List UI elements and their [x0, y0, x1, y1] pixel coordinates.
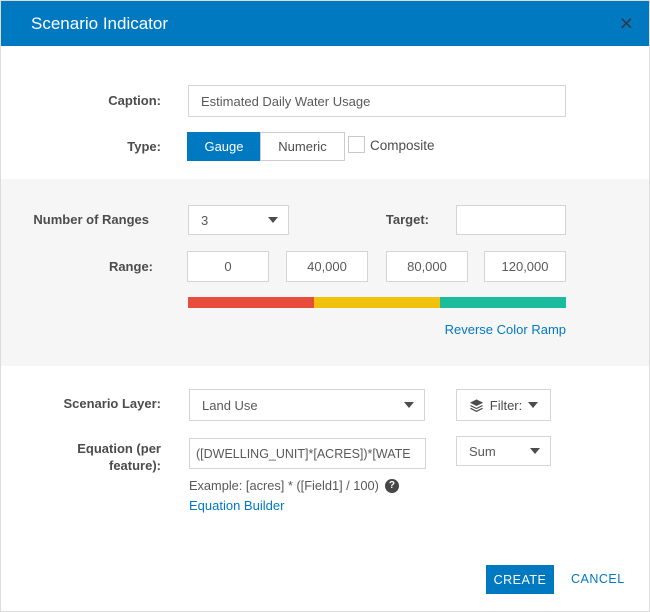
type-label: Type:: [127, 139, 161, 154]
cancel-button[interactable]: CANCEL: [571, 572, 625, 586]
range-input-3[interactable]: [386, 251, 468, 282]
range-label: Range:: [108, 259, 153, 274]
scenario-layer-label: Scenario Layer:: [63, 396, 161, 411]
reverse-color-ramp-link[interactable]: Reverse Color Ramp: [188, 322, 566, 337]
type-numeric-button[interactable]: Numeric: [260, 132, 345, 161]
chevron-down-icon: [268, 217, 278, 223]
composite-checkbox[interactable]: [348, 136, 365, 153]
aggregation-select[interactable]: Sum: [456, 436, 551, 466]
target-label: Target:: [385, 212, 429, 227]
color-ramp: [188, 297, 566, 308]
equation-label: Equation (per feature):: [77, 441, 161, 473]
caption-input[interactable]: [188, 85, 566, 117]
dialog-title: Scenario Indicator: [31, 14, 169, 33]
caption-label: Caption:: [108, 93, 161, 108]
range-input-2[interactable]: [286, 251, 368, 282]
chevron-down-icon: [528, 402, 539, 408]
chevron-down-icon: [530, 448, 540, 454]
filter-button[interactable]: Filter:: [456, 389, 551, 421]
close-icon[interactable]: ×: [620, 8, 633, 38]
layers-icon: [469, 398, 484, 413]
color-ramp-segment-red: [188, 297, 314, 308]
number-of-ranges-label: Number of Ranges: [33, 212, 149, 227]
color-ramp-segment-yellow: [314, 297, 440, 308]
equation-builder-link[interactable]: Equation Builder: [189, 498, 284, 513]
equation-example-row: Example: [acres] * ([Field1] / 100) ?: [189, 478, 399, 493]
aggregation-value: Sum: [469, 443, 496, 459]
help-icon[interactable]: ?: [384, 478, 399, 493]
filter-label: Filter:: [489, 397, 523, 413]
ranges-panel: Number of Ranges 3 Target: Range: Revers…: [1, 179, 649, 366]
range-input-1[interactable]: [187, 251, 269, 282]
equation-example-text: Example: [acres] * ([Field1] / 100): [189, 478, 379, 493]
number-of-ranges-select[interactable]: 3: [188, 205, 289, 235]
target-input[interactable]: [456, 205, 566, 235]
scenario-layer-value: Land Use: [202, 397, 258, 413]
create-button[interactable]: CREATE: [486, 565, 554, 594]
dialog-header: Scenario Indicator ×: [1, 1, 649, 46]
number-of-ranges-value: 3: [201, 212, 209, 228]
scenario-indicator-dialog: Scenario Indicator × Caption: Type: Gaug…: [0, 0, 650, 612]
type-gauge-button[interactable]: Gauge: [187, 132, 261, 161]
range-input-4[interactable]: [484, 251, 566, 282]
chevron-down-icon: [404, 402, 414, 408]
scenario-layer-select[interactable]: Land Use: [189, 389, 425, 421]
equation-input[interactable]: [189, 438, 426, 469]
composite-label: Composite: [370, 138, 435, 153]
color-ramp-segment-green: [440, 297, 566, 308]
